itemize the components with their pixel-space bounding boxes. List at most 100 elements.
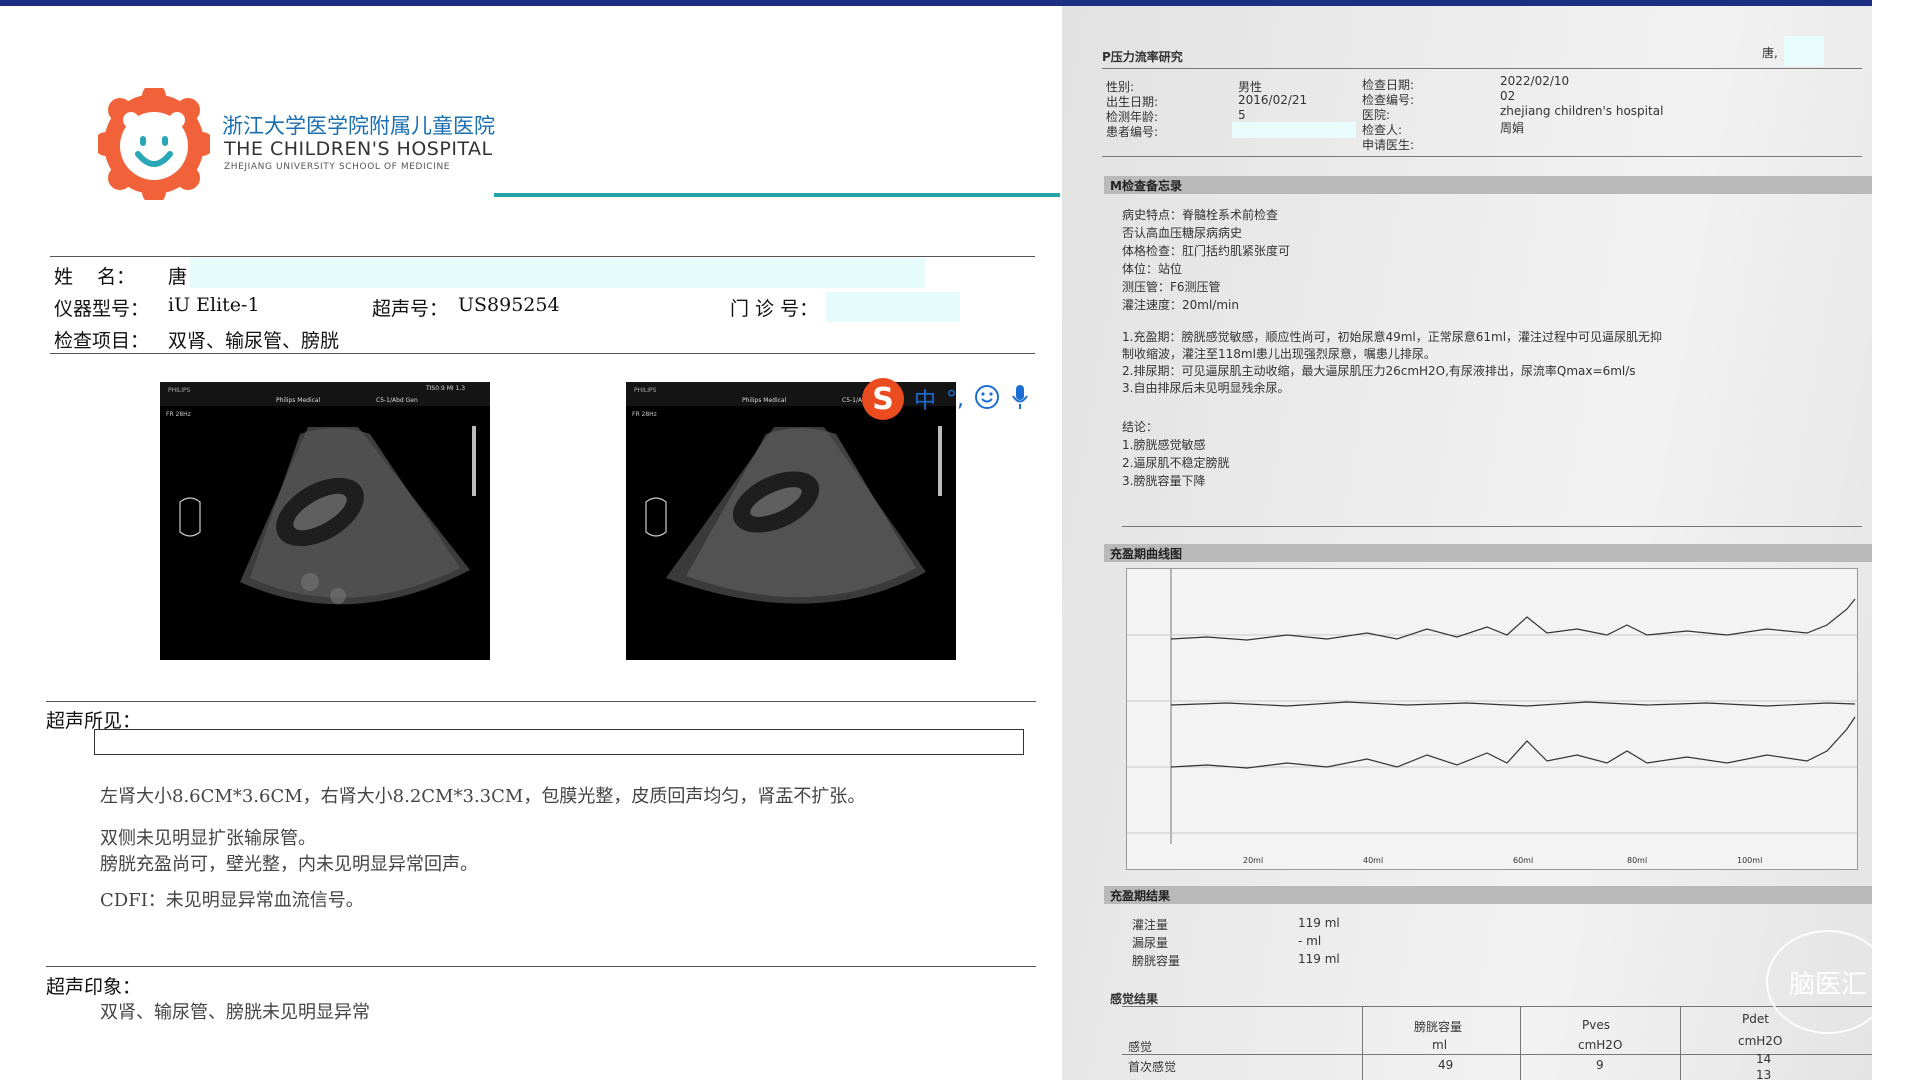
record-line: 灌注速度：20ml/min	[1122, 298, 1239, 312]
result-title: 充盈期结果	[1110, 889, 1171, 903]
finding-line: CDFI：未见明显异常血流信号。	[100, 890, 364, 911]
divider	[1122, 526, 1862, 527]
device-label: 仪器型号：	[54, 298, 150, 320]
screen-edge	[1872, 0, 1920, 1080]
divider	[1102, 156, 1862, 157]
sense-cell: 9	[1596, 1058, 1604, 1072]
result-label: 灌注量	[1132, 918, 1169, 932]
findings-box	[94, 729, 1024, 755]
sense-title: 感觉结果	[1110, 992, 1159, 1006]
conclusion-item: 3.膀胱容量下降	[1122, 474, 1206, 488]
sense-row-label: 感觉	[1128, 1040, 1153, 1054]
divider	[50, 353, 1035, 354]
divider	[1102, 68, 1862, 69]
us-probe-label: C5-1/Abd Gen	[376, 397, 418, 404]
section-bar: M检查备忘录	[1104, 176, 1872, 194]
record-item: 1.充盈期：膀胱感觉敏感，顺应性尚可，初始尿意49ml，正常尿意61ml，灌注过…	[1122, 330, 1663, 344]
curve-axis-label: 40ml	[1363, 856, 1383, 865]
record-line: 测压管：F6测压管	[1122, 280, 1221, 294]
result-label: 漏尿量	[1132, 936, 1169, 950]
info-value: 02	[1500, 89, 1516, 103]
record-line: 体位：站位	[1122, 262, 1183, 276]
sense-unit: cmH2O	[1738, 1034, 1783, 1048]
divider	[46, 701, 1036, 702]
us-system-label: Philips Medical	[742, 397, 787, 404]
redaction-box	[1784, 36, 1824, 66]
pressure-flow-report-photo: P压力流率研究 唐, 性别: 出生日期: 检测年龄: 患者编号: 男性 2016…	[1062, 6, 1872, 1080]
info-value: 2016/02/21	[1238, 93, 1308, 107]
sense-header: Pves	[1582, 1018, 1610, 1032]
sense-cell: 49	[1438, 1058, 1454, 1072]
finding-line: 左肾大小8.6CM*3.6CM，右肾大小8.2CM*3.3CM，包膜光整，皮质回…	[100, 786, 866, 807]
section-bar: 充盈期结果	[1104, 886, 1872, 904]
finding-line: 膀胱充盈尚可，壁光整，内未见明显异常回声。	[100, 854, 478, 875]
curve-axis-label: 100ml	[1737, 856, 1762, 865]
device-value: iU Elite-1	[168, 294, 260, 316]
ime-logo-button[interactable]: S	[862, 378, 904, 420]
patient-corner-name: 唐,	[1762, 46, 1778, 60]
section-bar: 充盈期曲线图	[1104, 544, 1872, 562]
record-line: 病史特点：脊髓栓系术前检查	[1122, 208, 1279, 222]
redaction-box	[826, 292, 960, 322]
divider	[50, 256, 1035, 257]
clinic-number-label: 门 诊 号：	[730, 298, 819, 320]
us-frame-rate: FR 28Hz	[632, 411, 657, 418]
divider	[46, 966, 1036, 967]
conclusion-item: 1.膀胱感觉敏感	[1122, 438, 1206, 452]
curve-axis-label: 80ml	[1627, 856, 1647, 865]
ime-mode-toggle[interactable]: 中	[914, 383, 936, 415]
finding-line: 双侧未见明显扩张输尿管。	[100, 828, 316, 849]
hospital-name-en: THE CHILDREN'S HOSPITAL	[224, 138, 493, 160]
curve-title: 充盈期曲线图	[1110, 547, 1183, 561]
info-value: 2022/02/10	[1500, 74, 1570, 88]
sense-unit: cmH2O	[1578, 1038, 1623, 1052]
result-value: 119 ml	[1298, 952, 1340, 966]
record-item: 2.排尿期：可见逼尿肌主动收缩，最大逼尿肌压力26cmH2O,有尿液排出，尿流率…	[1122, 364, 1636, 378]
table-rule	[1680, 1006, 1681, 1080]
paper-sheet	[1062, 6, 1872, 1080]
info-label: 申请医生:	[1362, 138, 1415, 152]
smiley-icon[interactable]	[974, 384, 1000, 414]
us-number-value: US895254	[458, 294, 560, 316]
record-item: 制收缩波，灌注至118ml患儿出现强烈尿意，嘱患儿排尿。	[1122, 347, 1436, 361]
record-line: 否认高血压糖尿病病史	[1122, 226, 1243, 240]
filling-curve-chart: 20ml 40ml 60ml 80ml 100ml	[1126, 568, 1858, 870]
watermark-logo: 脑医汇	[1766, 930, 1890, 1034]
record-item: 3.自由排尿后未见明显残余尿。	[1122, 381, 1290, 395]
us-mi-label: TIS0.9 MI 1.3	[425, 385, 465, 392]
us-brand-label: PHILIPS	[634, 387, 657, 394]
exam-value: 双肾、输尿管、膀胱	[168, 330, 340, 352]
us-number-label: 超声号：	[372, 298, 449, 320]
table-rule	[1520, 1006, 1521, 1080]
ultrasound-image-right: PHILIPS Philips Medical C5-1/A FR 28Hz	[626, 382, 956, 660]
curve-axis-label: 60ml	[1513, 856, 1533, 865]
ime-punctuation-toggle[interactable]: °,	[946, 387, 964, 412]
name-label: 姓 名：	[54, 266, 136, 288]
result-value: - ml	[1298, 934, 1322, 948]
us-brand-label: PHILIPS	[168, 387, 191, 394]
curve-axis-label: 20ml	[1243, 856, 1263, 865]
hospital-name-cn: 浙江大学医学院附属儿童医院	[222, 114, 495, 138]
hospital-logo	[94, 84, 214, 204]
ultrasound-image-left: PHILIPS Philips Medical C5-1/Abd Gen TIS…	[160, 382, 490, 660]
header-divider	[494, 193, 1060, 197]
us-system-label: Philips Medical	[276, 397, 321, 404]
sense-header: Pdet	[1742, 1012, 1769, 1026]
us-frame-rate: FR 28Hz	[166, 411, 191, 418]
sense-cell: 14	[1756, 1052, 1772, 1066]
redaction-box	[1232, 122, 1356, 138]
ultrasound-report: 浙江大学医学院附属儿童医院 THE CHILDREN'S HOSPITAL ZH…	[0, 6, 1060, 1080]
info-value: 周娟	[1500, 121, 1525, 135]
redaction-box	[190, 258, 925, 288]
divider	[1122, 1006, 1872, 1007]
record-title: M检查备忘录	[1110, 179, 1182, 193]
conclusion-item: 2.逼尿肌不稳定膀胱	[1122, 456, 1230, 470]
microphone-icon[interactable]	[1010, 383, 1030, 415]
impression-title: 超声印象：	[46, 976, 142, 998]
sense-cell: 13	[1756, 1068, 1772, 1080]
result-value: 119 ml	[1298, 916, 1340, 930]
us-probe-label: C5-1/A	[842, 397, 863, 404]
record-line: 体格检查：肛门括约肌紧张度可	[1122, 244, 1291, 258]
sense-row-label: 首次感觉	[1128, 1060, 1177, 1074]
name-value: 唐	[168, 266, 188, 288]
